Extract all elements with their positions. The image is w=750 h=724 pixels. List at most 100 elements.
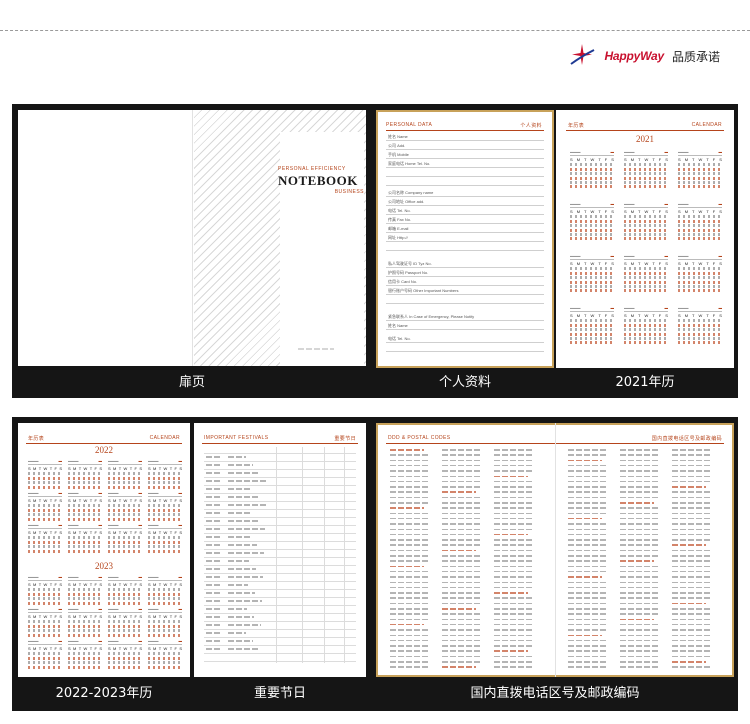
day-row: [624, 172, 668, 176]
mini-month: ▬▬▬ ▬ S M T W T F S: [678, 254, 722, 293]
day-row: [678, 328, 722, 332]
weekday-row: SMTWTFS: [28, 614, 62, 619]
form-rule: [386, 158, 544, 159]
festival-date: [206, 544, 220, 546]
mini-month: ▬▬▬ ▬ S M T W T F S: [28, 607, 62, 637]
form-rule: [386, 232, 544, 233]
month-header: ▬▬▬ ▬: [28, 491, 62, 497]
city-code-row: [568, 480, 608, 483]
festival-name: [228, 552, 264, 554]
festival-row: [204, 493, 356, 494]
form-rule: [386, 205, 544, 206]
day-row: [570, 280, 614, 284]
festival-name: [228, 648, 260, 650]
day-row: [570, 163, 614, 167]
city-code-row: [494, 666, 534, 668]
mini-month: ▬▬▬ ▬ S M T W T F S: [624, 202, 668, 241]
day-row: [148, 620, 182, 624]
weekday-row: SMTWTFS: [108, 466, 142, 471]
festival-name: [228, 512, 251, 514]
day-row: [108, 476, 142, 480]
mini-month: ▬▬▬ ▬ S M T W T F S: [68, 491, 102, 521]
day-row: [678, 228, 722, 232]
city-code-row: [494, 459, 534, 462]
month-header: ▬▬▬ ▬: [68, 639, 102, 645]
city-code-row: [494, 629, 534, 631]
city-code-row: [620, 507, 660, 509]
city-code-row: [672, 645, 712, 647]
city-code-row: [672, 502, 712, 504]
festival-name: [228, 496, 259, 498]
city-code-row: [390, 602, 430, 605]
city-code-row: [494, 486, 534, 488]
province-heading: [494, 592, 528, 594]
day-row: [108, 624, 142, 628]
day-row: [68, 597, 102, 601]
city-code-row: [442, 634, 482, 637]
city-code-row: [442, 645, 482, 647]
city-code-row: [390, 555, 430, 557]
city-code-row: [672, 634, 712, 637]
month-header: ▬▬▬ ▬: [570, 306, 614, 312]
day-row: [28, 481, 62, 485]
day-row: [108, 661, 142, 665]
city-code-row: [620, 629, 660, 631]
festival-name: [228, 536, 250, 538]
city-code-row: [442, 661, 482, 663]
day-row: [624, 167, 668, 171]
weekday-row: SMTWTFS: [68, 614, 102, 619]
city-code-row: [442, 486, 482, 488]
festival-row: [204, 501, 356, 502]
city-code-row: [494, 608, 534, 610]
day-row: [148, 540, 182, 544]
month-header: ▬▬▬ ▬: [108, 575, 142, 581]
day-row: [28, 601, 62, 605]
city-code-row: [494, 655, 534, 658]
city-code-row: [568, 586, 608, 589]
festival-name: [228, 480, 267, 482]
city-code-row: [494, 570, 534, 573]
day-row: [570, 172, 614, 176]
city-code-row: [620, 581, 660, 584]
city-code-row: [494, 597, 534, 599]
festival-row: [204, 613, 356, 614]
personal-data-page: PERSONAL DATA 个人资料 姓名 Name 公司 Add. 手机 Mo…: [376, 110, 554, 368]
day-row: [624, 280, 668, 284]
city-code-row: [620, 454, 660, 456]
day-row: [28, 620, 62, 624]
month-header: ▬▬▬ ▬: [148, 523, 182, 529]
city-code-row: [620, 533, 660, 536]
province-heading: [568, 517, 602, 520]
city-code-row: [390, 475, 430, 478]
city-code-row: [494, 491, 534, 493]
city-code-row: [494, 464, 534, 467]
form-rule: [386, 342, 544, 343]
festival-name: [228, 472, 260, 474]
month-header: ▬▬▬ ▬: [624, 202, 668, 208]
city-code-row: [568, 613, 608, 615]
festival-name: [228, 600, 262, 602]
mini-month: ▬▬▬ ▬ S M T W T F S: [68, 459, 102, 489]
city-code-row: [568, 645, 608, 647]
festival-date: [206, 536, 220, 538]
city-code-row: [390, 586, 430, 589]
weekday-row: SMTWTFS: [678, 261, 722, 266]
city-code-row: [442, 602, 482, 605]
city-code-row: [390, 581, 430, 584]
brand-name: HappyWay: [604, 49, 664, 63]
weekday-row: SMTWTFS: [624, 157, 668, 162]
city-code-row: [568, 523, 608, 525]
day-row: [624, 271, 668, 275]
city-code-row: [494, 602, 534, 605]
form-rule: [386, 329, 544, 330]
day-row: [624, 323, 668, 327]
city-code-row: [620, 565, 660, 568]
province-heading: [442, 549, 476, 552]
festival-date: [206, 568, 220, 570]
festival-date: [206, 488, 220, 490]
city-code-row: [494, 544, 534, 546]
day-row: [678, 237, 722, 241]
header-rule: [26, 443, 182, 444]
festival-name: [228, 568, 256, 570]
day-row: [148, 549, 182, 553]
